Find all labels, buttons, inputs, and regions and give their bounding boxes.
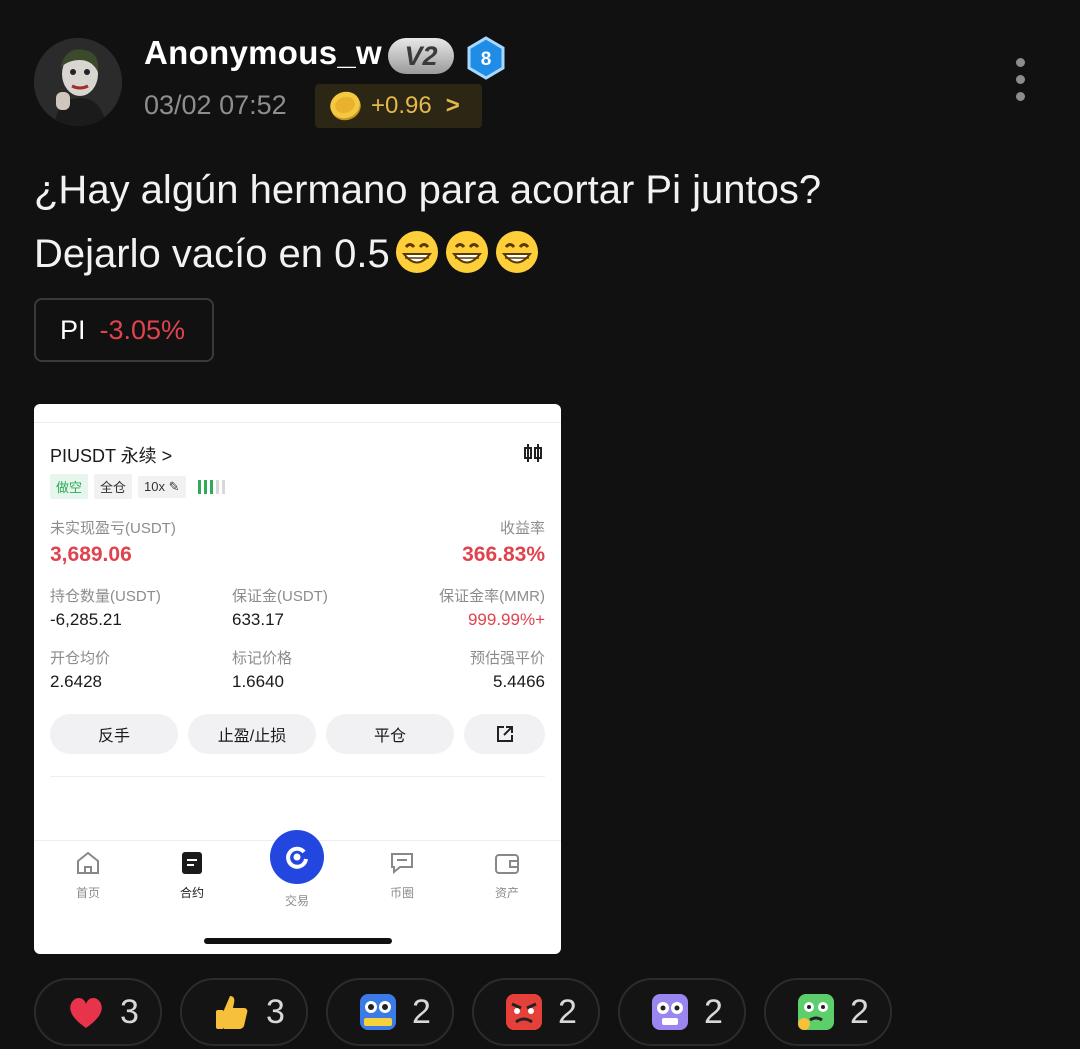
liq-price-value: 5.4466: [493, 672, 545, 691]
post-body: ¿Hay algún hermano para acortar Pi junto…: [34, 158, 1034, 286]
nav-community[interactable]: 币圈: [372, 848, 432, 901]
chevron-right-icon: >: [445, 92, 460, 119]
candlestick-icon: [524, 444, 542, 462]
nav-contract[interactable]: 合约: [162, 848, 222, 901]
reaction-count: 2: [558, 992, 577, 1031]
tip-reward-button[interactable]: +0.96 >: [315, 84, 482, 128]
chat-icon: [391, 853, 413, 875]
more-dot-icon: [1015, 92, 1025, 101]
contract-icon: [182, 852, 202, 874]
vip-badge: V2: [388, 38, 454, 74]
reaction-thumbs-up[interactable]: 3: [180, 978, 308, 1046]
reaction-count: 2: [704, 992, 723, 1031]
unrealized-pnl-label: 未实现盈亏(USDT): [50, 520, 176, 537]
risk-bar: [221, 479, 225, 494]
margin-value: 633.17: [232, 610, 284, 629]
divider: [34, 422, 561, 423]
wallet-icon: [495, 854, 519, 874]
margin-label: 保证金(USDT): [232, 588, 328, 605]
mark-price-label: 标记价格: [232, 650, 293, 667]
nav-home-label: 首页: [75, 886, 100, 900]
heart-icon: [70, 998, 102, 1028]
mmr-label: 保证金率(MMR): [439, 588, 545, 605]
grin-emoji-icon: [495, 231, 538, 273]
position-value: -6,285.21: [50, 610, 122, 629]
reaction-count: 2: [850, 992, 869, 1031]
trade-button[interactable]: [270, 830, 324, 884]
reverse-button[interactable]: 反手: [50, 714, 178, 754]
thumbs-up-icon: [216, 996, 248, 1029]
reaction-angry[interactable]: 2: [472, 978, 600, 1046]
home-icon: [77, 851, 99, 874]
reaction-heart[interactable]: 3: [34, 978, 162, 1046]
divider: [50, 776, 545, 777]
nav-contract-label: 合约: [179, 886, 204, 900]
reaction-shocked[interactable]: 2: [618, 978, 746, 1046]
mark-price-value: 1.6640: [232, 672, 284, 691]
chip-cross: 全仓: [94, 474, 133, 499]
position-chips: 做空 全仓 10x ✎: [50, 474, 225, 499]
risk-bar: [209, 479, 213, 494]
nav-home[interactable]: 首页: [58, 848, 118, 901]
home-indicator: [204, 938, 392, 944]
entry-price-value: 2.6428: [50, 672, 102, 691]
contract-pair: PIUSDT 永续 >: [50, 446, 173, 466]
sick-face-icon: [798, 994, 834, 1030]
more-dot-icon: [1015, 58, 1025, 67]
more-dot-icon: [1015, 75, 1025, 84]
tag-change: -3.05%: [99, 314, 186, 345]
chip-leverage-label: 10x: [144, 478, 165, 494]
level-badge: 8: [466, 36, 506, 80]
roe-label: 收益率: [499, 520, 545, 537]
risk-level-bars: [197, 479, 225, 494]
reward-amount: +0.96: [371, 92, 432, 119]
nav-trade-label: 交易: [284, 894, 309, 908]
entry-price-label: 开仓均价: [50, 650, 111, 667]
angry-face-icon: [506, 994, 542, 1030]
trade-icon: [286, 846, 308, 869]
post-text-line2: Dejarlo vacío en 0.5: [34, 232, 390, 276]
grin-emoji-icon: [395, 231, 438, 273]
nav-trade-label-wrap: 交易: [267, 892, 327, 909]
attached-screenshot[interactable]: PIUSDT 永续 > 做空 全仓 10x ✎ 未实现盈亏(USDT) 3,68…: [34, 404, 561, 954]
mmr-value: 999.99%+: [467, 610, 545, 629]
risk-bar: [203, 479, 207, 494]
reaction-count: 2: [412, 992, 431, 1031]
avatar[interactable]: [34, 38, 122, 126]
hodl-owl-icon: [360, 994, 396, 1030]
chip-leverage: 10x ✎: [138, 475, 186, 498]
nav-assets[interactable]: 资产: [477, 848, 537, 901]
grin-emoji-icon: [445, 231, 488, 273]
reaction-hodl[interactable]: 2: [326, 978, 454, 1046]
shocked-face-icon: [652, 994, 688, 1030]
roe-value: 366.83%: [462, 543, 545, 566]
reaction-sick[interactable]: 2: [764, 978, 892, 1046]
coin-tag-pi[interactable]: PI -3.05%: [34, 298, 214, 362]
post-text-line1: ¿Hay algún hermano para acortar Pi junto…: [34, 168, 822, 212]
tp-sl-button[interactable]: 止盈/止损: [188, 714, 316, 754]
tag-symbol: PI: [60, 314, 86, 345]
more-options-button[interactable]: [1006, 58, 1034, 110]
nav-assets-label: 资产: [494, 886, 519, 900]
reaction-count: 3: [266, 992, 285, 1031]
share-button[interactable]: [464, 714, 545, 754]
risk-bar: [215, 479, 219, 494]
reaction-count: 3: [120, 992, 139, 1031]
post-time: 03/02 07:52: [144, 90, 287, 120]
risk-bar: [197, 479, 201, 494]
nav-community-label: 币圈: [389, 886, 414, 900]
liq-price-label: 预估强平价: [469, 650, 545, 667]
pencil-icon: ✎: [168, 478, 180, 494]
level-badge-text: 8: [481, 49, 492, 70]
position-label: 持仓数量(USDT): [50, 588, 161, 605]
author-name[interactable]: Anonymous_w: [144, 34, 382, 72]
unrealized-pnl-value: 3,689.06: [50, 543, 132, 566]
coin-icon: [330, 91, 361, 121]
close-position-button[interactable]: 平仓: [326, 714, 454, 754]
chip-short: 做空: [50, 474, 89, 499]
share-icon: [496, 726, 513, 742]
